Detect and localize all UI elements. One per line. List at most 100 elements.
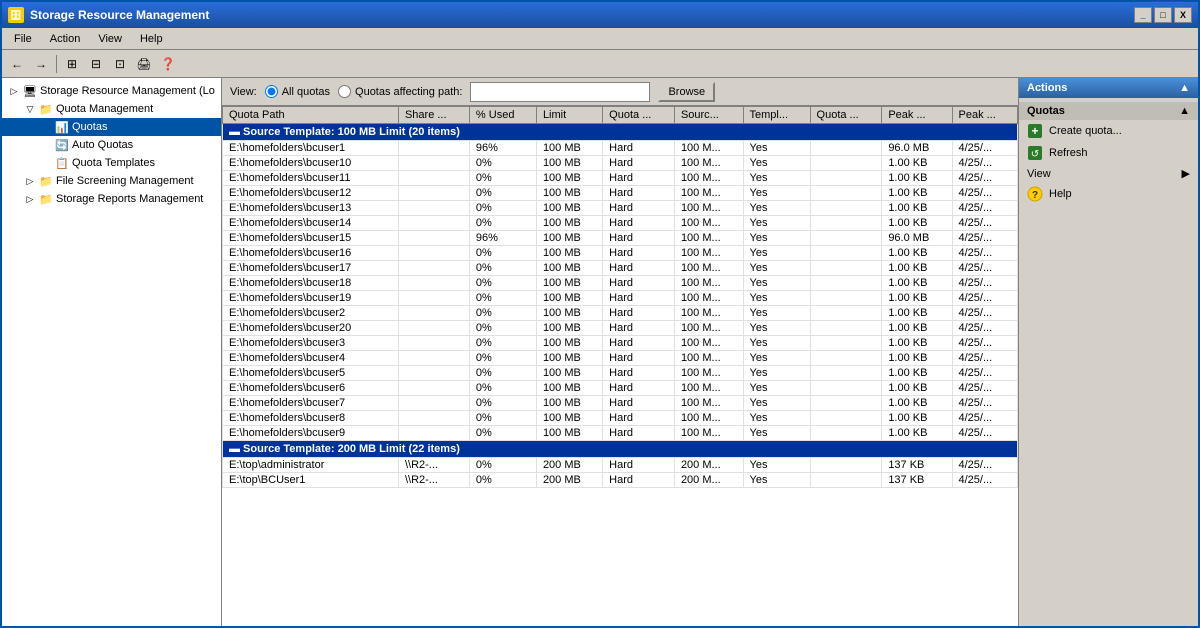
cell-q-extra <box>810 291 882 306</box>
radio-quotas-path[interactable]: Quotas affecting path: <box>338 85 462 98</box>
back-button[interactable]: ← <box>6 53 28 75</box>
col-share[interactable]: Share ... <box>398 107 469 124</box>
menu-view[interactable]: View <box>90 31 130 47</box>
col-peak2[interactable]: Peak ... <box>952 107 1018 124</box>
table-row[interactable]: E:\homefolders\bcuser14 0% 100 MB Hard 1… <box>223 216 1018 231</box>
cell-pct: 0% <box>469 336 536 351</box>
cell-path: E:\homefolders\bcuser9 <box>223 426 399 441</box>
cell-templ: Yes <box>743 216 810 231</box>
cell-peak1: 1.00 KB <box>882 306 952 321</box>
tree-item-quota-templates[interactable]: 📋 Quota Templates <box>2 154 221 172</box>
tree-item-file-screening[interactable]: ▷ 📁 File Screening Management <box>2 172 221 190</box>
cell-type: Hard <box>603 411 675 426</box>
cell-type: Hard <box>603 171 675 186</box>
tree-item-storage-reports[interactable]: ▷ 📁 Storage Reports Management <box>2 190 221 208</box>
table-row[interactable]: E:\homefolders\bcuser3 0% 100 MB Hard 10… <box>223 336 1018 351</box>
toolbar-btn-1[interactable]: ⊞ <box>61 53 83 75</box>
group-header-100mb-cell: ▬ Source Template: 100 MB Limit (20 item… <box>223 124 1018 141</box>
table-row[interactable]: E:\homefolders\bcuser2 0% 100 MB Hard 10… <box>223 306 1018 321</box>
col-quota-path[interactable]: Quota Path <box>223 107 399 124</box>
menu-help[interactable]: Help <box>132 31 171 47</box>
cell-type: Hard <box>603 366 675 381</box>
col-quota-extra[interactable]: Quota ... <box>810 107 882 124</box>
cell-share <box>398 336 469 351</box>
maximize-button[interactable]: □ <box>1154 7 1172 23</box>
help-icon: ? <box>1027 186 1043 202</box>
table-row[interactable]: E:\homefolders\bcuser9 0% 100 MB Hard 10… <box>223 426 1018 441</box>
browse-button[interactable]: Browse <box>658 82 715 102</box>
cell-pct: 0% <box>469 171 536 186</box>
col-source[interactable]: Sourc... <box>674 107 743 124</box>
col-limit[interactable]: Limit <box>536 107 602 124</box>
tree-item-quota-mgmt[interactable]: ▽ 📁 Quota Management <box>2 100 221 118</box>
cell-limit: 100 MB <box>536 321 602 336</box>
toolbar-btn-4[interactable]: 🖨 <box>133 53 155 75</box>
action-create-quota[interactable]: + Create quota... <box>1019 120 1198 142</box>
cell-type: Hard <box>603 216 675 231</box>
cell-templ: Yes <box>743 366 810 381</box>
minimize-button[interactable]: _ <box>1134 7 1152 23</box>
table-row[interactable]: E:\homefolders\bcuser19 0% 100 MB Hard 1… <box>223 291 1018 306</box>
tree-item-quotas[interactable]: 📊 Quotas <box>2 118 221 136</box>
table-row[interactable]: E:\homefolders\bcuser18 0% 100 MB Hard 1… <box>223 276 1018 291</box>
section-collapse-icon[interactable]: ▲ <box>1179 105 1190 117</box>
tree-item-root[interactable]: ▷ 🖥 Storage Resource Management (Lo <box>2 82 221 100</box>
table-row[interactable]: E:\homefolders\bcuser11 0% 100 MB Hard 1… <box>223 171 1018 186</box>
action-refresh[interactable]: ↺ Refresh <box>1019 142 1198 164</box>
cell-share <box>398 261 469 276</box>
menu-action[interactable]: Action <box>42 31 89 47</box>
cell-peak2: 4/25/... <box>952 246 1018 261</box>
tree-item-auto-quotas[interactable]: 🔄 Auto Quotas <box>2 136 221 154</box>
close-button[interactable]: X <box>1174 7 1192 23</box>
table-row[interactable]: E:\homefolders\bcuser6 0% 100 MB Hard 10… <box>223 381 1018 396</box>
tree-icon-storage-reports: 📁 <box>38 191 54 207</box>
cell-share <box>398 246 469 261</box>
table-row[interactable]: E:\homefolders\bcuser16 0% 100 MB Hard 1… <box>223 246 1018 261</box>
path-input[interactable] <box>470 82 650 102</box>
cell-path: E:\homefolders\bcuser18 <box>223 276 399 291</box>
col-quota-type[interactable]: Quota ... <box>603 107 675 124</box>
cell-path: E:\homefolders\bcuser19 <box>223 291 399 306</box>
cell-peak1: 1.00 KB <box>882 396 952 411</box>
menu-bar: File Action View Help <box>2 28 1198 50</box>
col-template[interactable]: Templ... <box>743 107 810 124</box>
cell-peak2: 4/25/... <box>952 473 1018 488</box>
table-row[interactable]: E:\homefolders\bcuser12 0% 100 MB Hard 1… <box>223 186 1018 201</box>
table-row[interactable]: E:\homefolders\bcuser5 0% 100 MB Hard 10… <box>223 366 1018 381</box>
toolbar-btn-5[interactable]: ❓ <box>157 53 179 75</box>
radio-all-quotas-input[interactable] <box>265 85 278 98</box>
actions-collapse-icon[interactable]: ▲ <box>1179 82 1190 94</box>
cell-source: 100 M... <box>674 426 743 441</box>
table-row[interactable]: E:\homefolders\bcuser15 96% 100 MB Hard … <box>223 231 1018 246</box>
col-pct-used[interactable]: % Used <box>469 107 536 124</box>
table-row[interactable]: E:\homefolders\bcuser13 0% 100 MB Hard 1… <box>223 201 1018 216</box>
toolbar-btn-2[interactable]: ⊟ <box>85 53 107 75</box>
cell-source: 100 M... <box>674 141 743 156</box>
col-peak[interactable]: Peak ... <box>882 107 952 124</box>
table-row[interactable]: E:\top\administrator \\R2-... 0% 200 MB … <box>223 458 1018 473</box>
table-row[interactable]: E:\homefolders\bcuser1 96% 100 MB Hard 1… <box>223 141 1018 156</box>
toolbar: ← → ⊞ ⊟ ⊡ 🖨 ❓ <box>2 50 1198 78</box>
table-row[interactable]: E:\homefolders\bcuser20 0% 100 MB Hard 1… <box>223 321 1018 336</box>
cell-type: Hard <box>603 426 675 441</box>
table-row[interactable]: E:\homefolders\bcuser4 0% 100 MB Hard 10… <box>223 351 1018 366</box>
toolbar-separator <box>56 55 57 73</box>
toolbar-btn-3[interactable]: ⊡ <box>109 53 131 75</box>
table-row[interactable]: E:\homefolders\bcuser10 0% 100 MB Hard 1… <box>223 156 1018 171</box>
action-help[interactable]: ? Help <box>1019 183 1198 205</box>
title-bar: 🗄 Storage Resource Management _ □ X <box>2 2 1198 28</box>
action-view[interactable]: View ▶ <box>1019 164 1198 183</box>
table-row[interactable]: E:\homefolders\bcuser7 0% 100 MB Hard 10… <box>223 396 1018 411</box>
table-row[interactable]: E:\homefolders\bcuser17 0% 100 MB Hard 1… <box>223 261 1018 276</box>
radio-all-quotas[interactable]: All quotas <box>265 85 330 98</box>
radio-quotas-path-label: Quotas affecting path: <box>355 86 462 98</box>
table-row[interactable]: E:\homefolders\bcuser8 0% 100 MB Hard 10… <box>223 411 1018 426</box>
table-row[interactable]: E:\top\BCUser1 \\R2-... 0% 200 MB Hard 2… <box>223 473 1018 488</box>
app-icon: 🗄 <box>8 7 24 23</box>
cell-templ: Yes <box>743 186 810 201</box>
radio-quotas-path-input[interactable] <box>338 85 351 98</box>
forward-button[interactable]: → <box>30 53 52 75</box>
cell-peak1: 1.00 KB <box>882 216 952 231</box>
menu-file[interactable]: File <box>6 31 40 47</box>
cell-q-extra <box>810 381 882 396</box>
